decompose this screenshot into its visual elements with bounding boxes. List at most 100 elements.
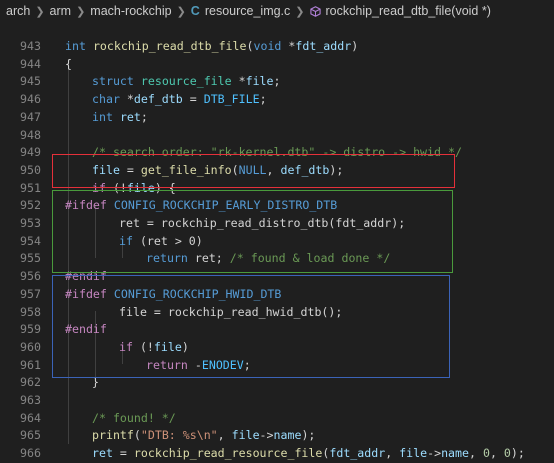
line-number: 947 [20, 109, 41, 124]
line-number: 954 [20, 233, 41, 248]
code-text: printf("DTB: %s\n", file->name); [92, 427, 315, 445]
code-token: = [112, 446, 134, 461]
chevron-right-icon: ❯ [35, 5, 45, 18]
breadcrumb-mach-rockchip[interactable]: mach-rockchip [90, 4, 171, 18]
code-token: "DTB: %s\n" [140, 428, 218, 443]
code-token: char [92, 92, 120, 107]
code-line[interactable]: 948 [0, 127, 554, 145]
code-token: , [489, 446, 504, 461]
code-text: struct resource_file *file; [92, 73, 281, 91]
breadcrumb-arch[interactable]: arch [6, 4, 30, 18]
line-number: 965 [20, 428, 41, 443]
code-token: { [65, 56, 72, 71]
code-text: int ret; [92, 109, 148, 127]
code-token: name [273, 428, 302, 443]
line-number: 948 [20, 127, 41, 142]
code-token: , [217, 428, 232, 443]
line-number: 958 [20, 304, 41, 319]
line-number: 963 [20, 393, 41, 407]
function-icon [309, 5, 321, 17]
code-token: rockchip_read_resource_file [133, 446, 323, 461]
line-number: 955 [20, 251, 41, 266]
code-token: def_dtb [133, 92, 183, 107]
chevron-right-icon: ❯ [76, 5, 86, 18]
code-token: void [253, 39, 282, 53]
code-line[interactable]: 947 int ret; [0, 109, 554, 127]
code-line[interactable]: 965 printf("DTB: %s\n", file->name); [0, 427, 554, 445]
code-text: { [65, 56, 72, 74]
code-line[interactable]: 963 [0, 392, 554, 410]
code-token: fdt_addr [329, 446, 386, 461]
line-number: 959 [20, 322, 41, 337]
code-token: * [119, 92, 134, 107]
code-token: file [399, 446, 428, 461]
code-token: struct [92, 74, 134, 89]
code-line[interactable]: 966 ret = rockchip_read_resource_file(fdt… [0, 445, 554, 463]
line-number: 950 [20, 162, 41, 177]
code-token: ); [301, 428, 316, 443]
chevron-right-icon: ❯ [295, 5, 305, 18]
code-token: * [281, 39, 296, 53]
line-number: 949 [20, 145, 41, 160]
blue-highlight-box [52, 275, 450, 378]
code-token: file [231, 428, 260, 443]
code-token: file [245, 74, 274, 89]
code-token: ; [273, 74, 281, 89]
code-token: 0 [503, 446, 511, 461]
code-token: ret [92, 446, 113, 461]
code-token: name [441, 446, 469, 461]
code-text: ret = rockchip_read_resource_file(fdt_ad… [92, 445, 525, 463]
code-token: /* found! */ [92, 410, 176, 425]
code-token: int [65, 39, 86, 53]
code-token: , [468, 446, 483, 461]
line-number: 956 [20, 269, 41, 284]
code-token: int [92, 109, 113, 124]
code-token: ; [259, 92, 267, 107]
code-token: ) [351, 39, 359, 53]
code-token: * [231, 74, 246, 89]
line-number: 964 [20, 410, 41, 425]
code-token: ret [119, 109, 141, 124]
chevron-right-icon: ❯ [176, 5, 186, 18]
code-token: 0 [482, 446, 490, 461]
breadcrumb-arm[interactable]: arm [50, 4, 72, 18]
line-number: 944 [20, 56, 41, 71]
code-token: , [385, 446, 400, 461]
code-token: DTB_FILE [203, 92, 260, 107]
line-number: 966 [20, 446, 41, 461]
breadcrumb: arch ❯ arm ❯ mach-rockchip ❯ C resource_… [0, 0, 554, 22]
green-highlight-box [52, 190, 453, 273]
line-number: 943 [20, 39, 41, 53]
code-token: ; [140, 109, 148, 124]
code-text: char *def_dtb = DTB_FILE; [92, 91, 267, 109]
breadcrumb-file[interactable]: resource_img.c [205, 4, 290, 18]
c-file-icon: C [190, 4, 200, 18]
code-token: ); [510, 446, 525, 461]
line-number: 952 [20, 198, 41, 213]
code-token: ( [322, 446, 330, 461]
code-token: = [182, 92, 204, 107]
code-line[interactable]: 944 { [0, 56, 554, 74]
code-line[interactable]: 945 struct resource_file *file; [0, 73, 554, 91]
line-number: 962 [20, 375, 41, 390]
code-token: resource_file [140, 74, 232, 89]
code-line[interactable]: 946 char *def_dtb = DTB_FILE; [0, 91, 554, 109]
code-editor[interactable]: 943 int rockchip_read_dtb_file(void *fdt_… [0, 28, 554, 460]
code-token: rockchip_read_dtb_file [92, 39, 247, 53]
code-line[interactable]: 964 /* found! */ [0, 410, 554, 428]
code-token: -> [259, 428, 274, 443]
red-highlight-box [52, 154, 455, 188]
line-number: 957 [20, 286, 41, 301]
line-number: 951 [20, 180, 41, 195]
line-number: 960 [20, 339, 41, 354]
line-number: 945 [20, 74, 41, 89]
code-text: /* found! */ [92, 410, 176, 428]
line-number: 961 [20, 357, 41, 372]
code-token: ( [133, 428, 141, 443]
code-text: int rockchip_read_dtb_file(void *fdt_add… [65, 38, 358, 56]
code-line[interactable]: 943 int rockchip_read_dtb_file(void *fdt_… [0, 38, 554, 56]
breadcrumb-function[interactable]: rockchip_read_dtb_file(void *) [326, 4, 491, 18]
